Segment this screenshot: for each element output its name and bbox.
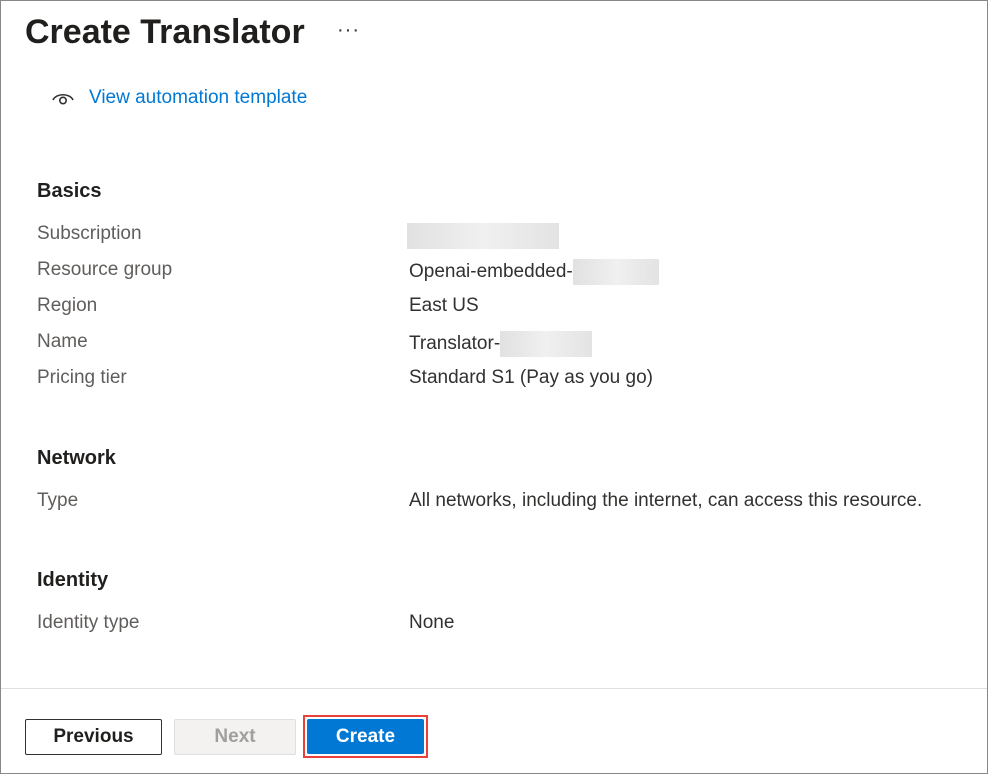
row-value-text: Openai-embedded- <box>409 261 573 282</box>
row-label: Name <box>37 331 88 352</box>
row-label: Identity type <box>37 612 140 633</box>
summary-row-pricing-tier: Pricing tier Standard S1 (Pay as you go) <box>37 367 957 395</box>
redacted-block <box>407 223 559 249</box>
summary-row-region: Region East US <box>37 295 957 323</box>
row-value <box>407 223 559 249</box>
create-button[interactable]: Create <box>307 719 424 754</box>
row-value: Standard S1 (Pay as you go) <box>409 367 653 388</box>
row-label: Subscription <box>37 223 142 244</box>
redacted-block <box>500 331 593 357</box>
summary-row-name: Name Translator- <box>37 331 957 359</box>
summary-row-resource-group: Resource group Openai-embedded- <box>37 259 957 287</box>
row-label: Type <box>37 490 79 511</box>
footer-divider <box>1 688 987 689</box>
summary-row-identity-type: Identity type None <box>37 612 957 640</box>
summary-row-subscription: Subscription <box>37 223 957 251</box>
view-automation-template-link[interactable]: View automation template <box>51 85 307 111</box>
review-create-panel: Create Translator ··· View automation te… <box>0 0 988 774</box>
next-button: Next <box>174 719 296 755</box>
row-label: Resource group <box>37 259 173 280</box>
section-heading-basics: Basics <box>37 180 102 202</box>
section-heading-identity: Identity <box>37 569 109 591</box>
row-value-text: Translator- <box>409 333 501 354</box>
row-value: None <box>409 612 455 633</box>
row-value: Openai-embedded- <box>409 259 659 285</box>
row-label: Pricing tier <box>37 367 127 388</box>
previous-button[interactable]: Previous <box>25 719 162 755</box>
more-options-icon[interactable]: ··· <box>337 19 360 42</box>
redacted-block <box>572 259 659 285</box>
summary-row-network-type: Type All networks, including the interne… <box>37 490 957 518</box>
row-value: Translator- <box>409 331 593 357</box>
row-value: All networks, including the internet, ca… <box>409 490 923 511</box>
row-value: East US <box>409 295 479 316</box>
row-label: Region <box>37 295 98 316</box>
page-title: Create Translator <box>25 13 305 51</box>
view-automation-template-label[interactable]: View automation template <box>89 87 307 109</box>
eye-icon <box>52 93 74 105</box>
section-heading-network: Network <box>37 447 116 469</box>
